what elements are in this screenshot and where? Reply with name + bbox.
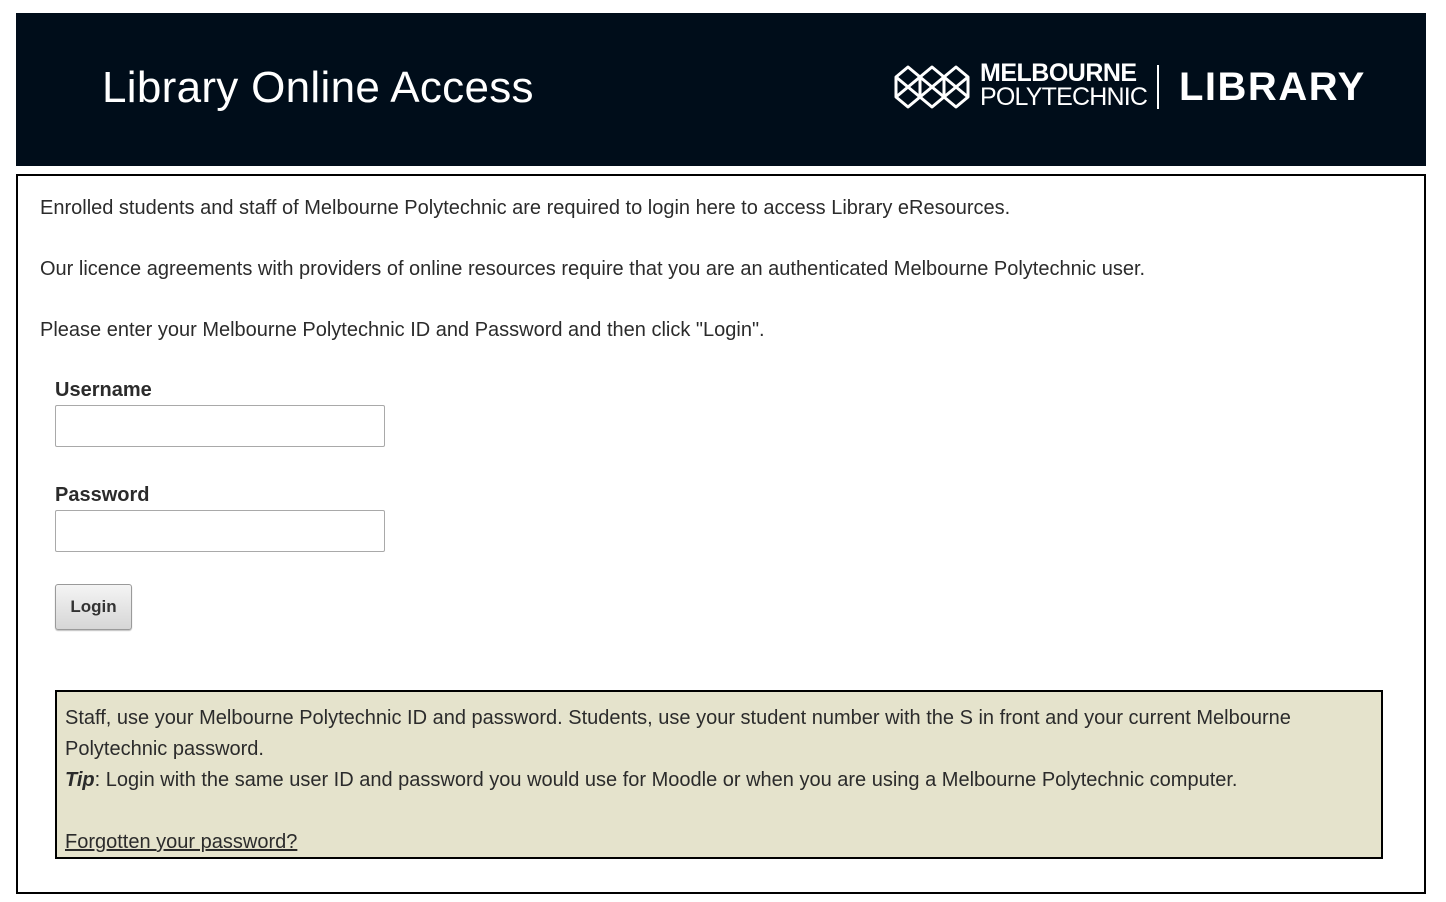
password-label: Password xyxy=(55,484,150,506)
intro-paragraph-1: Enrolled students and staff of Melbourne… xyxy=(40,197,1011,219)
page-header: Library Online Access MELBOURNE POLYTECH… xyxy=(16,13,1426,166)
username-input[interactable] xyxy=(55,405,385,447)
tip-line: Tip: Login with the same user ID and pas… xyxy=(65,765,1373,796)
login-panel: Enrolled students and staff of Melbourne… xyxy=(16,174,1426,894)
logo-library-text: LIBRARY xyxy=(1179,65,1366,109)
login-button[interactable]: Login xyxy=(55,584,132,630)
library-logo[interactable]: MELBOURNE POLYTECHNIC LIBRARY xyxy=(894,59,1364,113)
logo-divider xyxy=(1157,65,1159,109)
username-label: Username xyxy=(55,379,152,401)
melbourne-polytechnic-logo-mark-icon xyxy=(894,65,970,109)
tip-label: Tip xyxy=(65,769,95,791)
intro-paragraph-2: Our licence agreements with providers of… xyxy=(40,258,1146,280)
intro-paragraph-3: Please enter your Melbourne Polytechnic … xyxy=(40,319,765,341)
logo-line2: POLYTECHNIC xyxy=(980,83,1148,111)
password-input[interactable] xyxy=(55,510,385,552)
logo-wordmark: MELBOURNE POLYTECHNIC xyxy=(980,59,1148,111)
forgot-password-link[interactable]: Forgotten your password? xyxy=(65,831,297,853)
logo-line1: MELBOURNE xyxy=(980,59,1137,87)
tip-text: : Login with the same user ID and passwo… xyxy=(94,769,1238,791)
page-title: Library Online Access xyxy=(102,63,534,112)
staff-students-instructions: Staff, use your Melbourne Polytechnic ID… xyxy=(65,707,1291,760)
help-info-box: Staff, use your Melbourne Polytechnic ID… xyxy=(55,690,1383,859)
